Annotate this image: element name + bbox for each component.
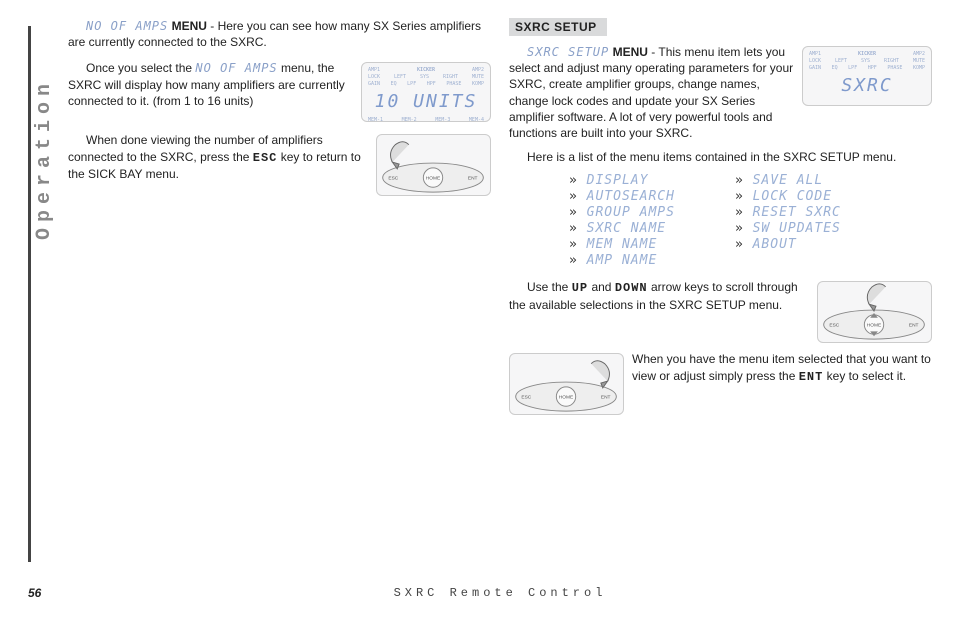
svg-text:HOME: HOME [426, 176, 441, 182]
svg-text:ENT: ENT [468, 176, 478, 182]
lcd-display-10units: AMP1KICKERAMP2 LOCKLEFTSYSRIGHTMUTE GAIN… [361, 62, 491, 122]
lcd-main-10units: 10 UNITS [368, 88, 484, 117]
list-item: SAVE ALL [735, 173, 841, 188]
menu-col2: SAVE ALL LOCK CODE RESET SXRC SW UPDATES… [735, 173, 841, 269]
sxrc-setup-menu-list: DISPLAY AUTOSEARCH GROUP AMPS SXRC NAME … [569, 173, 932, 269]
list-item: MEM NAME [569, 237, 675, 252]
sxrc-setup-lcd: SXRC SETUP [527, 45, 609, 59]
section-title-sxrc-setup: SXRC SETUP [509, 18, 607, 36]
list-item: LOCK CODE [735, 189, 841, 204]
right-p2: Here is a list of the menu items contain… [509, 149, 932, 165]
list-item: RESET SXRC [735, 205, 841, 220]
side-label: Operation [33, 78, 56, 240]
lcd-main-sxrc: SXRC SETUP [809, 72, 925, 106]
remote-graphic-right-2: HOME ESC ENT [509, 353, 624, 415]
list-item: DISPLAY [569, 173, 675, 188]
list-item: SW UPDATES [735, 221, 841, 236]
svg-text:ESC: ESC [829, 323, 839, 329]
remote-graphic-left: HOME ESC ENT [376, 134, 491, 196]
right-column: SXRC SETUP AMP1KICKERAMP2 LOCKLEFTSYSRIG… [509, 18, 932, 550]
menu-col1: DISPLAY AUTOSEARCH GROUP AMPS SXRC NAME … [569, 173, 675, 269]
lcd-display-sxrc-setup: AMP1KICKERAMP2 LOCKLEFTSYSRIGHTMUTE GAIN… [802, 46, 932, 106]
svg-text:ESC: ESC [521, 395, 531, 401]
left-column: NO OF AMPS MENU - Here you can see how m… [68, 18, 491, 550]
svg-text:ENT: ENT [601, 395, 611, 401]
side-rule [28, 26, 31, 562]
svg-text:HOME: HOME [867, 323, 882, 329]
footer-title: SXRC Remote Control [68, 586, 932, 600]
page-number: 56 [28, 586, 68, 600]
list-item: AMP NAME [569, 253, 675, 268]
svg-text:ENT: ENT [909, 323, 919, 329]
remote-graphic-right-1: HOME ESC ENT [817, 281, 932, 343]
page-footer: 56 SXRC Remote Control [28, 586, 932, 600]
list-item: ABOUT [735, 237, 841, 252]
left-p1: NO OF AMPS MENU - Here you can see how m… [68, 18, 491, 50]
list-item: SXRC NAME [569, 221, 675, 236]
no-of-amps-lcd: NO OF AMPS [86, 19, 168, 33]
list-item: GROUP AMPS [569, 205, 675, 220]
svg-text:HOME: HOME [559, 395, 574, 401]
list-item: AUTOSEARCH [569, 189, 675, 204]
svg-text:ESC: ESC [388, 176, 398, 182]
